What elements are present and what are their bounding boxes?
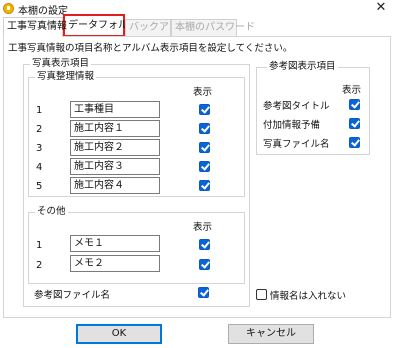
row-number: 3	[36, 143, 43, 154]
memo-field-1[interactable]: メモ１	[70, 235, 160, 252]
photo-organize-group: 写真整理情報 表示 1 工事種目 2 施工内容１ 3 施工内容２ 4 施工内容３…	[28, 71, 245, 197]
display-checkbox-2[interactable]	[199, 123, 210, 134]
no-info-name-label: 情報名は入れない	[270, 291, 347, 302]
row-number: 1	[36, 240, 43, 251]
tab-photo-info[interactable]: 工事写真情報	[3, 17, 67, 37]
other-label: その他	[35, 206, 68, 218]
photo-display-label: 写真表示項目	[30, 58, 92, 70]
close-icon[interactable]: ✕	[374, 0, 388, 16]
organize-name-field-5[interactable]: 施工内容４	[70, 177, 160, 194]
ref-display-column-header: 表示	[342, 85, 362, 96]
tab-data-folder[interactable]: データフォルダ	[63, 14, 138, 37]
ref-display-label: 参考図表示項目	[267, 61, 338, 73]
cancel-button[interactable]: キャンセル	[228, 324, 314, 344]
ref-title-checkbox[interactable]	[349, 99, 360, 110]
description-text: 工事写真情報の項目名称とアルバム表示項目を設定してください。	[8, 43, 293, 54]
memo-field-2[interactable]: メモ２	[70, 255, 160, 272]
ref-file-checkbox[interactable]	[198, 287, 209, 298]
row-number: 5	[36, 181, 43, 192]
display-checkbox-1[interactable]	[199, 104, 210, 115]
organize-name-field-1[interactable]: 工事種目	[70, 101, 160, 118]
app-icon	[3, 3, 14, 14]
photo-filename-label: 写真ファイル名	[263, 139, 330, 150]
tab-bookshelf-password[interactable]: 本棚のパスワード	[171, 19, 255, 37]
tab-panel: 工事写真情報の項目名称とアルバム表示項目を設定してください。 写真表示項目 写真…	[3, 36, 391, 318]
display-column-header: 表示	[193, 222, 213, 233]
memo-display-checkbox-1[interactable]	[199, 239, 210, 250]
display-checkbox-4[interactable]	[199, 161, 210, 172]
photo-display-group: 写真表示項目 写真整理情報 表示 1 工事種目 2 施工内容１ 3 施工内容２ …	[23, 58, 250, 307]
other-group: その他 表示 1 メモ１ 2 メモ２	[28, 206, 245, 284]
ok-button[interactable]: OK	[76, 324, 162, 344]
no-info-name-checkbox[interactable]	[256, 289, 267, 300]
ref-title-label: 参考図タイトル	[263, 101, 330, 112]
row-number: 2	[36, 124, 43, 135]
organize-name-field-2[interactable]: 施工内容１	[70, 120, 160, 137]
display-column-header: 表示	[193, 87, 213, 98]
display-checkbox-3[interactable]	[199, 142, 210, 153]
row-number: 4	[36, 162, 43, 173]
photo-organize-label: 写真整理情報	[35, 71, 97, 83]
ref-file-label: 参考図ファイル名	[34, 290, 111, 301]
extra-info-checkbox[interactable]	[349, 118, 360, 129]
organize-name-field-4[interactable]: 施工内容３	[70, 158, 160, 175]
row-number: 2	[36, 260, 43, 271]
tab-backup[interactable]: バックアップ	[125, 19, 189, 37]
ref-display-group: 参考図表示項目 表示 参考図タイトル 付加情報予備 写真ファイル名	[256, 61, 370, 155]
extra-info-label: 付加情報予備	[263, 120, 321, 131]
photo-filename-checkbox[interactable]	[349, 137, 360, 148]
memo-display-checkbox-2[interactable]	[199, 259, 210, 270]
organize-name-field-3[interactable]: 施工内容２	[70, 139, 160, 156]
display-checkbox-5[interactable]	[199, 180, 210, 191]
row-number: 1	[36, 105, 43, 116]
title-bar: 本棚の設定 ✕	[0, 0, 394, 17]
window-title: 本棚の設定	[18, 6, 68, 17]
